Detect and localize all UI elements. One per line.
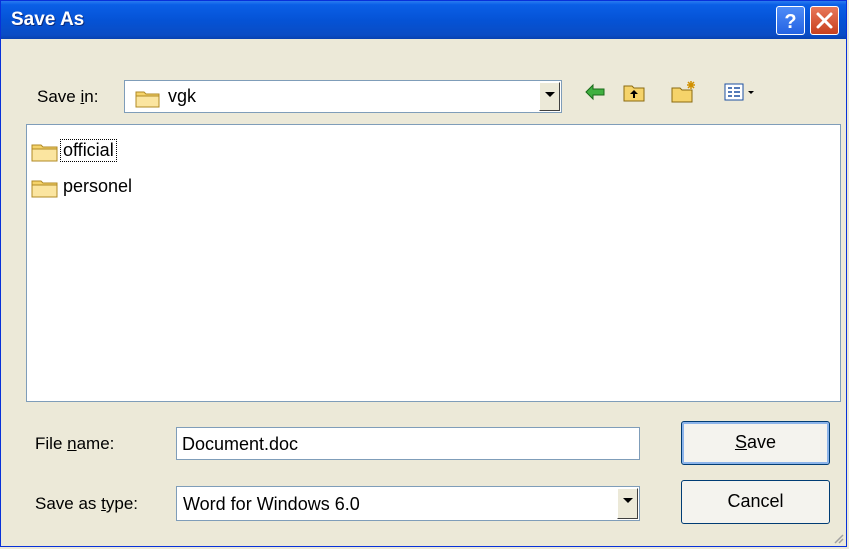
back-button[interactable] (583, 80, 607, 104)
close-icon (816, 12, 833, 29)
svg-text:?: ? (784, 11, 796, 33)
folder-icon (135, 91, 160, 108)
chevron-down-icon (545, 92, 555, 97)
file-name-input[interactable]: Document.doc (176, 427, 640, 460)
title-bar[interactable]: Save As ? (1, 1, 846, 39)
back-arrow-icon (585, 83, 605, 101)
file-name-text: official (60, 139, 117, 162)
save-as-type-combobox[interactable]: Word for Windows 6.0 (176, 486, 640, 521)
folder-icon (31, 144, 58, 162)
file-list[interactable]: official personel (26, 124, 841, 402)
help-button[interactable]: ? (776, 6, 805, 35)
save-as-type-label: Save as type: (35, 494, 139, 513)
chevron-down-icon (623, 498, 633, 503)
new-folder-icon (671, 81, 695, 103)
views-menu-button[interactable] (723, 80, 763, 104)
cancel-button[interactable]: Cancel (681, 480, 830, 524)
save-in-label: Save in: (37, 87, 99, 106)
save-as-dialog: Save As ? Save in: vgk official personel… (0, 0, 847, 547)
save-as-type-value: Word for Windows 6.0 (183, 494, 360, 514)
save-in-dropdown-button[interactable] (539, 82, 560, 111)
help-icon: ? (784, 11, 796, 33)
new-folder-button[interactable] (670, 80, 695, 104)
file-name-label: File name: (35, 434, 115, 453)
save-button[interactable]: Save (681, 421, 830, 465)
save-in-value: vgk (168, 86, 197, 106)
resize-grip-icon[interactable] (832, 532, 844, 544)
view-menu-icon (724, 83, 754, 101)
file-name-text: personel (63, 176, 133, 196)
file-name-value: Document.doc (182, 434, 299, 454)
window-title: Save As (11, 9, 85, 30)
up-one-level-icon (623, 85, 645, 102)
save-as-type-dropdown-button[interactable] (617, 488, 638, 519)
up-one-level-button[interactable] (622, 80, 646, 104)
close-button[interactable] (810, 6, 839, 35)
save-in-combobox[interactable]: vgk (124, 80, 562, 113)
folder-icon (31, 180, 58, 198)
